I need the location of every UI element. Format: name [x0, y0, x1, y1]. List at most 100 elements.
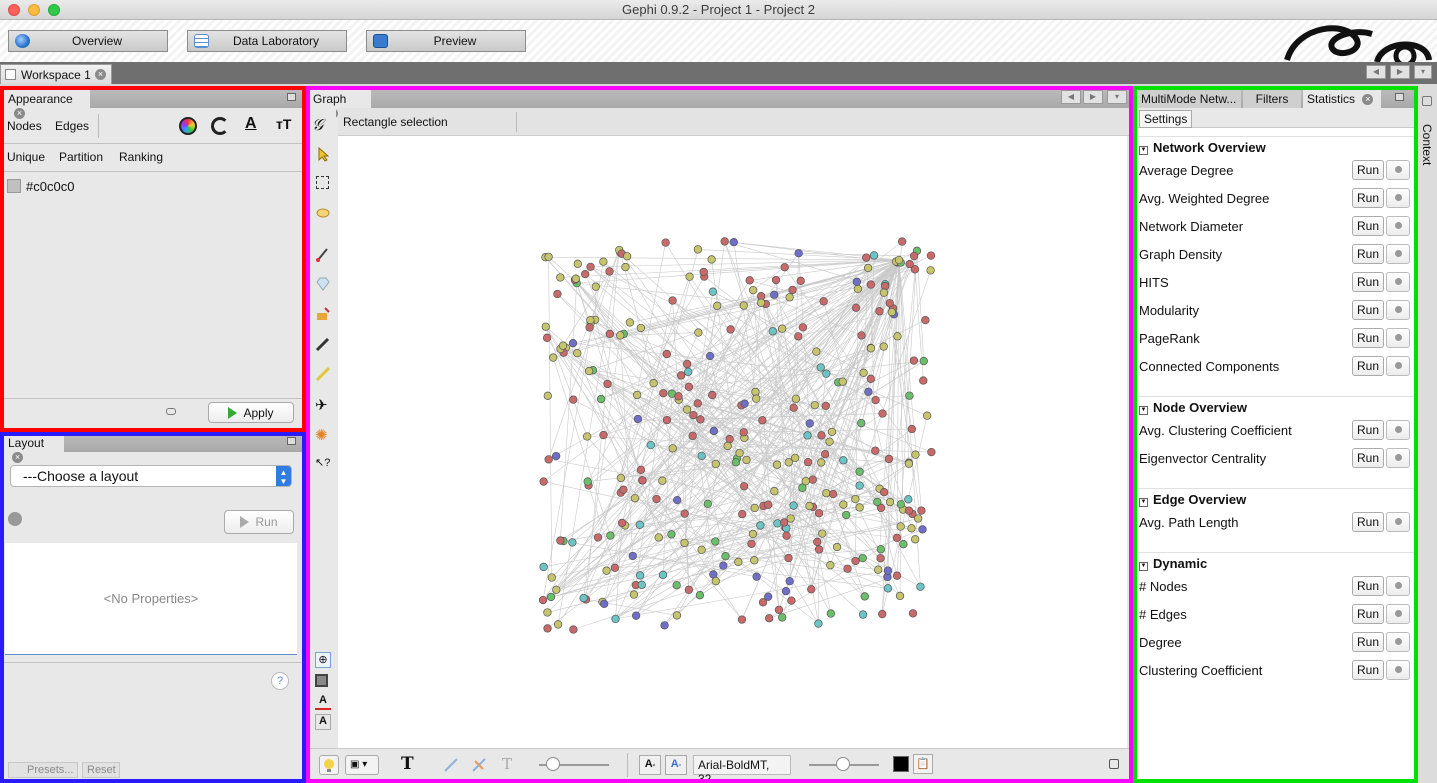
graph-node[interactable] [887, 307, 896, 317]
graph-node[interactable] [617, 518, 627, 528]
graph-node[interactable] [719, 561, 728, 570]
mode-partition[interactable]: Partition [59, 150, 103, 164]
graph-node[interactable] [662, 349, 671, 359]
collapse-icon[interactable]: ▼ [1139, 406, 1148, 415]
graph-node[interactable] [904, 506, 914, 515]
graph-node[interactable] [781, 587, 791, 596]
zoom-icon[interactable]: ⊕ [315, 652, 331, 668]
run-button[interactable]: Run [1352, 188, 1384, 208]
graph-node[interactable] [543, 624, 552, 633]
paint-icon[interactable] [315, 306, 331, 322]
graph-node[interactable] [787, 596, 796, 605]
graph-node[interactable] [873, 497, 882, 507]
info-icon[interactable] [1386, 272, 1410, 292]
graph-node[interactable] [684, 585, 693, 594]
graph-node[interactable] [662, 415, 672, 425]
graph-node[interactable] [791, 453, 800, 463]
info-icon[interactable] [1386, 216, 1410, 236]
graph-node[interactable] [855, 481, 864, 490]
graph-node[interactable] [654, 533, 663, 542]
network-graph[interactable] [338, 136, 1127, 748]
graph-node[interactable] [713, 301, 722, 310]
graph-node[interactable] [661, 238, 670, 247]
lightbulb-icon[interactable] [319, 755, 339, 775]
run-button[interactable]: Run [1352, 160, 1384, 180]
graph-node[interactable] [638, 476, 647, 485]
graph-node[interactable] [543, 391, 552, 400]
graph-next-icon[interactable]: ▶ [1083, 90, 1103, 104]
graph-node[interactable] [879, 288, 889, 297]
graph-node[interactable] [826, 609, 836, 618]
workspace-tab[interactable]: Workspace 1 × [0, 64, 112, 84]
graph-node[interactable] [914, 514, 923, 523]
graph-node[interactable] [581, 269, 590, 279]
layout-run-button[interactable]: Run [224, 510, 294, 534]
label-size-icon[interactable]: ᴛT [276, 116, 291, 132]
graph-node[interactable] [894, 255, 904, 265]
graph-node[interactable] [780, 263, 789, 272]
graph-node[interactable] [864, 387, 873, 396]
graph-node[interactable] [874, 565, 883, 574]
label-color-icon[interactable]: A [245, 115, 257, 133]
graph-node[interactable] [556, 273, 565, 282]
graph-node[interactable] [765, 614, 774, 623]
graph-node[interactable] [905, 391, 914, 400]
graph-node[interactable] [922, 411, 932, 420]
graph-node[interactable] [842, 510, 851, 520]
graph-node[interactable] [725, 434, 734, 444]
graph-node[interactable] [805, 501, 814, 511]
background-color-icon[interactable] [315, 674, 328, 687]
graph-node[interactable] [803, 457, 813, 467]
brush-icon[interactable] [315, 246, 331, 262]
info-icon[interactable] [1386, 660, 1410, 680]
info-icon[interactable] [1386, 300, 1410, 320]
graph-node[interactable] [794, 332, 803, 341]
graph-node[interactable] [573, 259, 582, 268]
graph-node[interactable] [892, 533, 902, 542]
graph-node[interactable] [784, 553, 793, 563]
graph-node[interactable] [680, 509, 689, 518]
graph-node[interactable] [855, 503, 864, 512]
reset-button[interactable]: Reset [82, 762, 120, 778]
data-laboratory-button[interactable]: Data Laboratory [187, 30, 347, 52]
graph-node[interactable] [843, 564, 852, 573]
overview-button[interactable]: Overview [8, 30, 168, 52]
graph-node[interactable] [672, 611, 682, 620]
graph-node[interactable] [539, 562, 548, 572]
graph-node[interactable] [552, 585, 561, 594]
slider-knob[interactable] [836, 757, 850, 771]
mode-ranking[interactable]: Ranking [119, 150, 163, 164]
graph-node[interactable] [852, 277, 861, 286]
graph-node[interactable] [547, 573, 556, 582]
graph-node[interactable] [875, 307, 884, 316]
graph-node[interactable] [859, 368, 868, 377]
graph-node[interactable] [926, 266, 935, 275]
graph-node[interactable] [745, 276, 754, 285]
graph-node[interactable] [756, 521, 765, 530]
graph-node[interactable] [853, 284, 863, 294]
graph-node[interactable] [673, 495, 682, 505]
expand-icon[interactable] [1109, 759, 1119, 769]
graph-node[interactable] [839, 500, 848, 509]
graph-node[interactable] [814, 509, 824, 518]
graph-node[interactable] [926, 251, 936, 260]
graph-node[interactable] [543, 608, 552, 617]
graph-node[interactable] [810, 401, 819, 410]
graph-node[interactable] [801, 476, 810, 486]
graph-canvas[interactable] [338, 136, 1127, 748]
text-icon[interactable]: T [401, 754, 414, 774]
graph-node[interactable] [750, 503, 759, 513]
presets-button[interactable]: Presets... [8, 762, 78, 778]
graph-node[interactable] [605, 329, 615, 339]
graph-node[interactable] [921, 315, 930, 325]
graph-node[interactable] [583, 477, 592, 486]
graph-node[interactable] [756, 298, 766, 307]
edge-label-icon[interactable]: A [315, 694, 331, 710]
graph-node[interactable] [748, 529, 758, 539]
graph-node[interactable] [904, 459, 914, 468]
graph-node[interactable] [780, 518, 789, 527]
close-icon[interactable]: × [14, 108, 25, 120]
pointer-icon[interactable] [315, 146, 331, 162]
graph-node[interactable] [586, 315, 595, 325]
graph-node[interactable] [544, 455, 553, 464]
